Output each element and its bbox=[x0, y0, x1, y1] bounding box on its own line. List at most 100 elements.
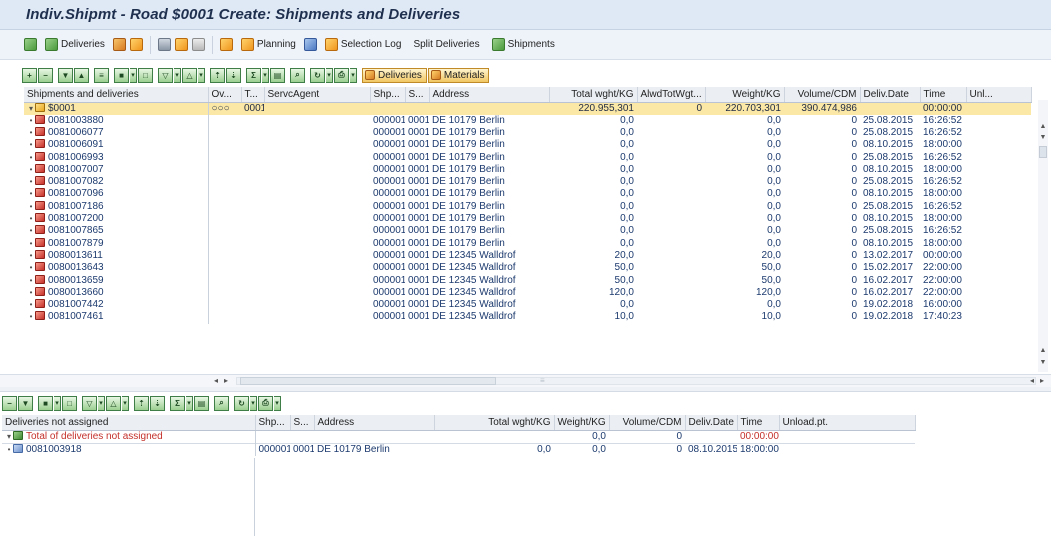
delivery-cell[interactable]: • 0081007096 bbox=[24, 188, 209, 201]
col-header[interactable]: Ov... bbox=[208, 87, 242, 103]
expand-icon[interactable]: + bbox=[22, 67, 37, 83]
col-header[interactable]: Address bbox=[429, 87, 550, 103]
delivery-row[interactable]: • 0080013611 000001 0001 DE 12345 Walldrof 20… bbox=[24, 249, 1031, 263]
scroll-down-icon[interactable]: ▼ bbox=[1038, 133, 1048, 142]
delivery-row[interactable]: • 0081006077 000001 0001 DE 10179 Berlin 0,0 0… bbox=[24, 126, 1031, 140]
col-header[interactable]: Deliv.Date bbox=[685, 415, 738, 431]
delivery-row[interactable]: • 0080013659 000001 0001 DE 12345 Walldrof 50… bbox=[24, 274, 1031, 287]
scroll-left-icon[interactable]: ◂ bbox=[214, 376, 218, 385]
shipments-button[interactable]: Shipments bbox=[488, 35, 559, 55]
filter-icon[interactable]: ▼ bbox=[18, 395, 33, 411]
filter-down-icon[interactable]: ▽ bbox=[158, 67, 173, 83]
col-header[interactable]: Volume/CDM bbox=[784, 87, 861, 103]
deliveries-button[interactable]: Deliveries bbox=[41, 35, 109, 55]
delivery-cell[interactable]: • 0081007082 bbox=[24, 175, 209, 189]
col-header[interactable]: Unload.pt. bbox=[779, 415, 916, 431]
collapse-caret-icon[interactable]: ▾ bbox=[5, 431, 13, 443]
pane-splitter[interactable] bbox=[0, 387, 1051, 392]
delivery-row[interactable]: • 0081007200 000001 0001 DE 10179 Berlin 0,0 0… bbox=[24, 212, 1031, 226]
delivery-row[interactable]: • 0080013643 000001 0001 DE 12345 Walldrof 50… bbox=[24, 262, 1031, 275]
find-icon[interactable]: ⌕ bbox=[214, 395, 229, 411]
col-header[interactable]: Shp... bbox=[255, 415, 291, 431]
delivery-cell[interactable]: • 0081007442 bbox=[24, 298, 209, 312]
delivery-row[interactable]: • 0081007007 000001 0001 DE 10179 Berlin 0,0 0… bbox=[24, 163, 1031, 176]
select-icon[interactable]: ■ bbox=[38, 395, 53, 411]
upper-horizontal-scrollbar[interactable]: ◂ ▸ ≡ ◂ ▸ bbox=[0, 374, 1051, 387]
copy-icon[interactable] bbox=[191, 38, 205, 51]
scroll-right-icon[interactable]: ▸ bbox=[1040, 376, 1044, 385]
chevron-down-icon[interactable]: ▾ bbox=[198, 67, 205, 83]
sort-down-icon[interactable]: ⇣ bbox=[226, 67, 241, 83]
delivery-cell[interactable]: • 0081007879 bbox=[24, 237, 209, 250]
columns-icon[interactable]: ▤ bbox=[270, 67, 285, 83]
print-icon[interactable]: ⎙ bbox=[258, 395, 273, 411]
chart-icon[interactable]: ▲ bbox=[74, 67, 89, 83]
delivery-cell[interactable]: • 0081003880 bbox=[24, 114, 209, 127]
col-header[interactable]: Weight/KG bbox=[705, 87, 785, 103]
home-icon[interactable] bbox=[174, 38, 188, 51]
col-header[interactable]: S... bbox=[405, 87, 430, 103]
delivery-row[interactable]: • 0081003880 000001 0001 DE 10179 Berlin 0,0 0… bbox=[24, 114, 1031, 127]
unassigned-delivery-row[interactable]: • 0081003918 000001 0001 DE 10179 Berlin 0,0 0… bbox=[2, 443, 915, 456]
planning-button[interactable]: Planning bbox=[237, 35, 300, 55]
chevron-down-icon[interactable]: ▾ bbox=[250, 395, 257, 411]
scroll-up-icon[interactable]: ▲ bbox=[1038, 346, 1048, 355]
shipment-cell[interactable]: ▾ $0001 bbox=[24, 102, 209, 115]
col-header[interactable]: Total wght/KG bbox=[434, 415, 555, 431]
delete-icon[interactable] bbox=[157, 38, 171, 51]
delivery-cell[interactable]: • 0081006077 bbox=[24, 126, 209, 140]
delivery-cell[interactable]: • 0081006993 bbox=[24, 151, 209, 164]
upper-vertical-scrollbar[interactable]: ▲ ▼ ▲ ▼ bbox=[1038, 100, 1048, 372]
delivery-cell[interactable]: • 0080013611 bbox=[24, 249, 209, 263]
col-header[interactable]: ServcAgent bbox=[264, 87, 371, 103]
scroll-left-icon[interactable]: ◂ bbox=[1030, 376, 1034, 385]
delivery-cell[interactable]: • 0080013659 bbox=[24, 274, 209, 287]
delivery-cell[interactable]: • 0081007461 bbox=[24, 311, 209, 324]
col-header[interactable]: Total wght/KG bbox=[549, 87, 638, 103]
route-icon[interactable] bbox=[129, 38, 143, 51]
delivery-cell[interactable]: • 0081007007 bbox=[24, 163, 209, 176]
scroll-thumb[interactable] bbox=[240, 377, 496, 385]
chevron-down-icon[interactable]: ▾ bbox=[350, 67, 357, 83]
delivery-cell[interactable]: • 0081007200 bbox=[24, 212, 209, 226]
col-header[interactable]: S... bbox=[290, 415, 315, 431]
col-header[interactable]: Weight/KG bbox=[554, 415, 610, 431]
delivery-cell[interactable]: • 0080013660 bbox=[24, 286, 209, 299]
refresh-icon[interactable]: ↻ bbox=[310, 67, 325, 83]
chevron-down-icon[interactable]: ▾ bbox=[326, 67, 333, 83]
filter-down-icon[interactable]: ▽ bbox=[82, 395, 97, 411]
delivery-row[interactable]: • 0081007865 000001 0001 DE 10179 Berlin 0,0 0… bbox=[24, 225, 1031, 238]
deselect-icon[interactable]: □ bbox=[138, 67, 153, 83]
subtotal-icon[interactable]: Σ bbox=[246, 67, 261, 83]
chevron-down-icon[interactable]: ▾ bbox=[54, 395, 61, 411]
col-header[interactable]: Deliv.Date bbox=[860, 87, 921, 103]
columns-icon[interactable]: ▤ bbox=[194, 395, 209, 411]
delivery-row[interactable]: • 0081007082 000001 0001 DE 10179 Berlin 0,0 0… bbox=[24, 175, 1031, 189]
scroll-thumb[interactable] bbox=[1039, 146, 1047, 158]
col-header[interactable]: Shp... bbox=[370, 87, 406, 103]
chevron-down-icon[interactable]: ▾ bbox=[122, 395, 129, 411]
col-header[interactable]: Address bbox=[314, 415, 435, 431]
filter-icon[interactable]: ▼ bbox=[58, 67, 73, 83]
refresh-icon[interactable]: ↻ bbox=[234, 395, 249, 411]
scroll-up-icon[interactable]: ▲ bbox=[1038, 122, 1048, 131]
print-icon[interactable]: ⎙ bbox=[334, 67, 349, 83]
chevron-down-icon[interactable]: ▾ bbox=[262, 67, 269, 83]
sort-down-icon[interactable]: ⇣ bbox=[150, 395, 165, 411]
people-icon[interactable] bbox=[303, 38, 317, 51]
col-header[interactable]: Time bbox=[737, 415, 780, 431]
truck-icon[interactable] bbox=[112, 38, 126, 51]
delivery-row[interactable]: • 0080013660 000001 0001 DE 12345 Walldrof 12… bbox=[24, 286, 1031, 299]
sort-ascending-icon[interactable]: △ bbox=[106, 395, 121, 411]
delivery-row[interactable]: • 0081007096 000001 0001 DE 10179 Berlin 0,0 0… bbox=[24, 188, 1031, 201]
split-deliveries-button[interactable]: Split Deliveries bbox=[409, 35, 483, 55]
chevron-down-icon[interactable]: ▾ bbox=[274, 395, 281, 411]
col-header[interactable]: Deliveries not assigned bbox=[2, 415, 256, 431]
collapse-caret-icon[interactable]: ▾ bbox=[27, 103, 35, 115]
scroll-right-icon[interactable]: ▸ bbox=[224, 376, 228, 385]
chevron-down-icon[interactable]: ▾ bbox=[130, 67, 137, 83]
delivery-row[interactable]: • 0081007186 000001 0001 DE 10179 Berlin 0,0 0… bbox=[24, 200, 1031, 213]
col-header[interactable]: Unl... bbox=[966, 87, 1032, 103]
delivery-cell[interactable]: • 0081006091 bbox=[24, 139, 209, 152]
pencil-icon[interactable] bbox=[219, 38, 233, 51]
